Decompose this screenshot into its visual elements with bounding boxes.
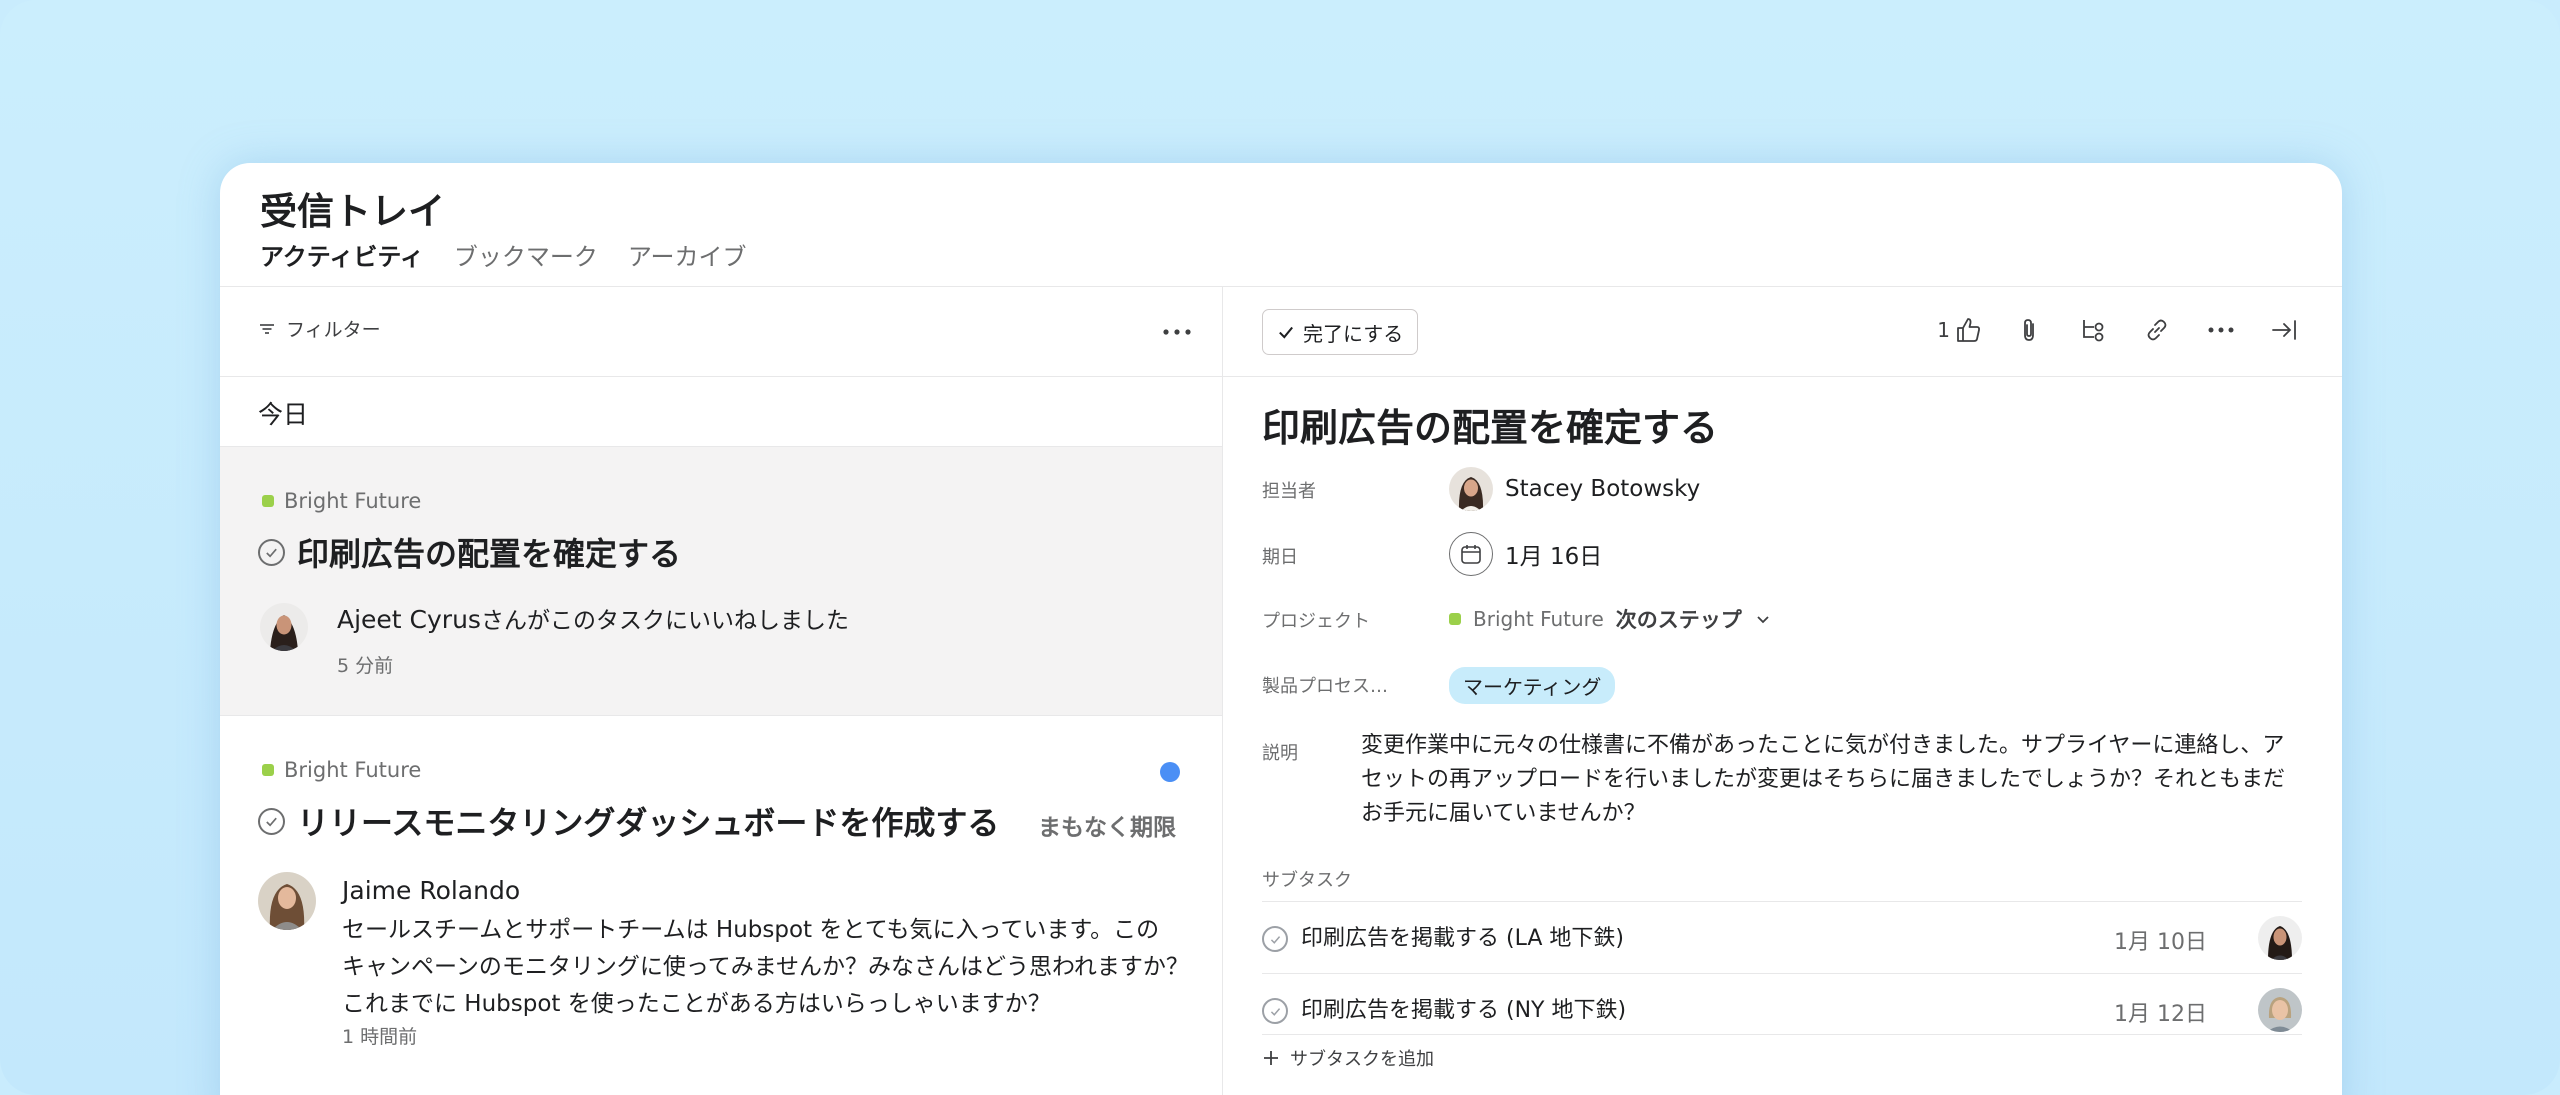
assignee-field[interactable]: Stacey Botowsky	[1449, 467, 1700, 511]
detail-toolbar: 完了にする 1	[1223, 287, 2342, 377]
description-text[interactable]: 変更作業中に元々の仕様書に不備があったことに気が付きました。サプライヤーに連絡し…	[1361, 729, 2291, 831]
actor-name[interactable]: Jaime Rolando	[342, 872, 520, 909]
description-line: 変更作業中に元々の仕様書に不備があったことに気が付きました。サプライヤーに連絡し…	[1361, 733, 2285, 758]
process-tag[interactable]: マーケティング	[1449, 667, 1616, 704]
checkmark-icon	[1279, 326, 1293, 339]
more-horizontal-icon	[1163, 329, 1191, 335]
tab-archive[interactable]: アーカイブ	[628, 237, 747, 272]
due-date-label: 期日	[1262, 547, 1298, 568]
project-section[interactable]: 次のステップ	[1616, 604, 1742, 634]
project-name: Bright Future	[284, 758, 422, 782]
add-subtask-label: サブタスクを追加	[1290, 1049, 1434, 1070]
tab-bookmarks[interactable]: ブックマーク	[454, 237, 598, 272]
unread-indicator	[1160, 762, 1180, 782]
chevron-down-icon[interactable]	[1754, 610, 1772, 628]
timestamp: 1 時間前	[342, 1026, 418, 1048]
subtask-check-icon[interactable]	[1262, 998, 1288, 1024]
activity-list-pane: フィルター 今日 Bright Future 印刷広告の配置を確定する Ajee…	[220, 287, 1223, 1095]
actor-name[interactable]: Ajeet Cyrus	[337, 605, 481, 634]
inbox-tabs: アクティビティ ブックマーク アーカイブ	[260, 237, 746, 272]
subtask-icon	[2083, 320, 2104, 342]
activity-action: さんがこのタスクにいいねしました	[480, 608, 849, 634]
avatar[interactable]	[2258, 916, 2302, 960]
section-label: 今日	[258, 400, 309, 429]
inbox-window: 受信トレイ アクティビティ ブックマーク アーカイブ フィルター 今日 Brig…	[220, 163, 2342, 1095]
subtask-row[interactable]: 印刷広告を掲載する (LA 地下鉄) 1月 10日	[1262, 901, 2302, 973]
filter-button[interactable]: フィルター	[258, 315, 381, 342]
subtasks-label: サブタスク	[1262, 870, 1352, 891]
filter-icon	[260, 323, 274, 334]
due-soon-badge: まもなく期限	[1038, 815, 1176, 841]
like-count: 1	[1937, 318, 1950, 342]
subtask-check-icon[interactable]	[1262, 926, 1288, 952]
avatar[interactable]	[2258, 988, 2302, 1032]
complete-check-icon[interactable]	[258, 807, 285, 835]
timestamp: 5 分前	[337, 655, 394, 677]
description-label: 説明	[1262, 743, 1298, 764]
comment-body: セールスチームとサポートチームは Hubspot をとても気に入っています。この…	[342, 912, 1189, 1023]
more-options-button[interactable]	[1162, 313, 1192, 343]
task-title-text: リリースモニタリングダッシュボードを作成する	[297, 804, 1000, 842]
project-color-dot	[262, 764, 274, 776]
description-line: お手元に届いていませんか？	[1361, 801, 1646, 826]
due-date-field[interactable]: 1月 16日	[1449, 532, 1602, 576]
assignee-label: 担当者	[1262, 481, 1316, 502]
section-header-today: 今日	[220, 377, 1222, 447]
project-name: Bright Future	[1473, 607, 1604, 631]
project-color-dot	[1449, 613, 1461, 625]
task-detail-title[interactable]: 印刷広告の配置を確定する	[1262, 397, 1718, 452]
avatar	[1449, 467, 1493, 511]
like-button[interactable]: 1	[1937, 316, 1982, 344]
due-date-value: 1月 16日	[1505, 544, 1603, 570]
activity-card[interactable]: Bright Future リリースモニタリングダッシュボードを作成する まもな…	[220, 716, 1222, 1095]
comment-line: キャンペーンのモニタリングに使ってみませんか？みなさんはどう思われますか？	[342, 954, 1189, 980]
avatar[interactable]	[260, 603, 308, 651]
detail-actions: 1	[1937, 313, 2302, 347]
assignee-name: Stacey Botowsky	[1505, 476, 1701, 502]
description-line: セットの再アップロードを行いましたが変更はそちらに届きましたでしょうか？それとも…	[1361, 767, 2286, 792]
more-actions-button[interactable]	[2204, 313, 2238, 347]
copy-link-button[interactable]	[2140, 313, 2174, 347]
subtask-button[interactable]	[2076, 313, 2110, 347]
plus-icon	[1264, 1051, 1278, 1065]
thumbs-up-icon	[1957, 318, 1980, 342]
tab-activity[interactable]: アクティビティ	[260, 237, 424, 272]
project-label: Bright Future	[262, 489, 421, 513]
inbox-header: 受信トレイ アクティビティ ブックマーク アーカイブ	[220, 163, 2342, 287]
close-pane-button[interactable]	[2268, 313, 2302, 347]
complete-check-icon[interactable]	[258, 538, 285, 566]
link-icon	[2147, 319, 2167, 341]
page-title: 受信トレイ	[260, 190, 445, 233]
mark-complete-button[interactable]: 完了にする	[1262, 309, 1419, 355]
mark-complete-label: 完了にする	[1303, 321, 1404, 346]
paperclip-icon	[2024, 319, 2034, 341]
subtask-due-date[interactable]: 1月 12日	[2114, 996, 2207, 1028]
attachment-button[interactable]	[2012, 313, 2046, 347]
comment-line: セールスチームとサポートチームは Hubspot をとても気に入っています。この	[342, 917, 1160, 943]
activity-card[interactable]: Bright Future 印刷広告の配置を確定する Ajeet Cyrusさん…	[220, 447, 1222, 716]
avatar[interactable]	[258, 872, 316, 930]
task-title-text: 印刷広告の配置を確定する	[297, 535, 682, 573]
process-label: 製品プロセス…	[1262, 676, 1388, 697]
filter-label: フィルター	[286, 319, 381, 341]
comment-line: これまでに Hubspot を使ったことがある方はいらっしゃいますか？	[342, 991, 1051, 1017]
project-color-dot	[262, 495, 274, 507]
more-horizontal-icon	[2208, 327, 2234, 333]
project-label: プロジェクト	[1262, 611, 1370, 632]
project-name: Bright Future	[284, 489, 422, 513]
task-title[interactable]: リリースモニタリングダッシュボードを作成する	[258, 798, 999, 844]
project-label: Bright Future	[262, 758, 421, 782]
process-field[interactable]: マーケティング	[1449, 667, 1616, 704]
subtask-due-date[interactable]: 1月 10日	[2114, 924, 2207, 956]
calendar-icon	[1449, 532, 1493, 576]
list-toolbar: フィルター	[220, 287, 1222, 377]
task-title[interactable]: 印刷広告の配置を確定する	[258, 529, 681, 575]
activity-message: Ajeet Cyrusさんがこのタスクにいいねしました	[337, 601, 849, 640]
add-subtask-button[interactable]: サブタスクを追加	[1262, 1034, 2302, 1071]
collapse-right-icon	[2272, 320, 2296, 340]
subtask-name: 印刷広告を掲載する (NY 地下鉄)	[1301, 998, 1627, 1023]
task-detail-pane: 完了にする 1 印刷広告の配置を確定する 担当者 Stacey Botowsky…	[1223, 287, 2342, 1095]
project-field[interactable]: Bright Future 次のステップ	[1449, 604, 1772, 634]
subtask-name: 印刷広告を掲載する (LA 地下鉄)	[1301, 926, 1624, 951]
